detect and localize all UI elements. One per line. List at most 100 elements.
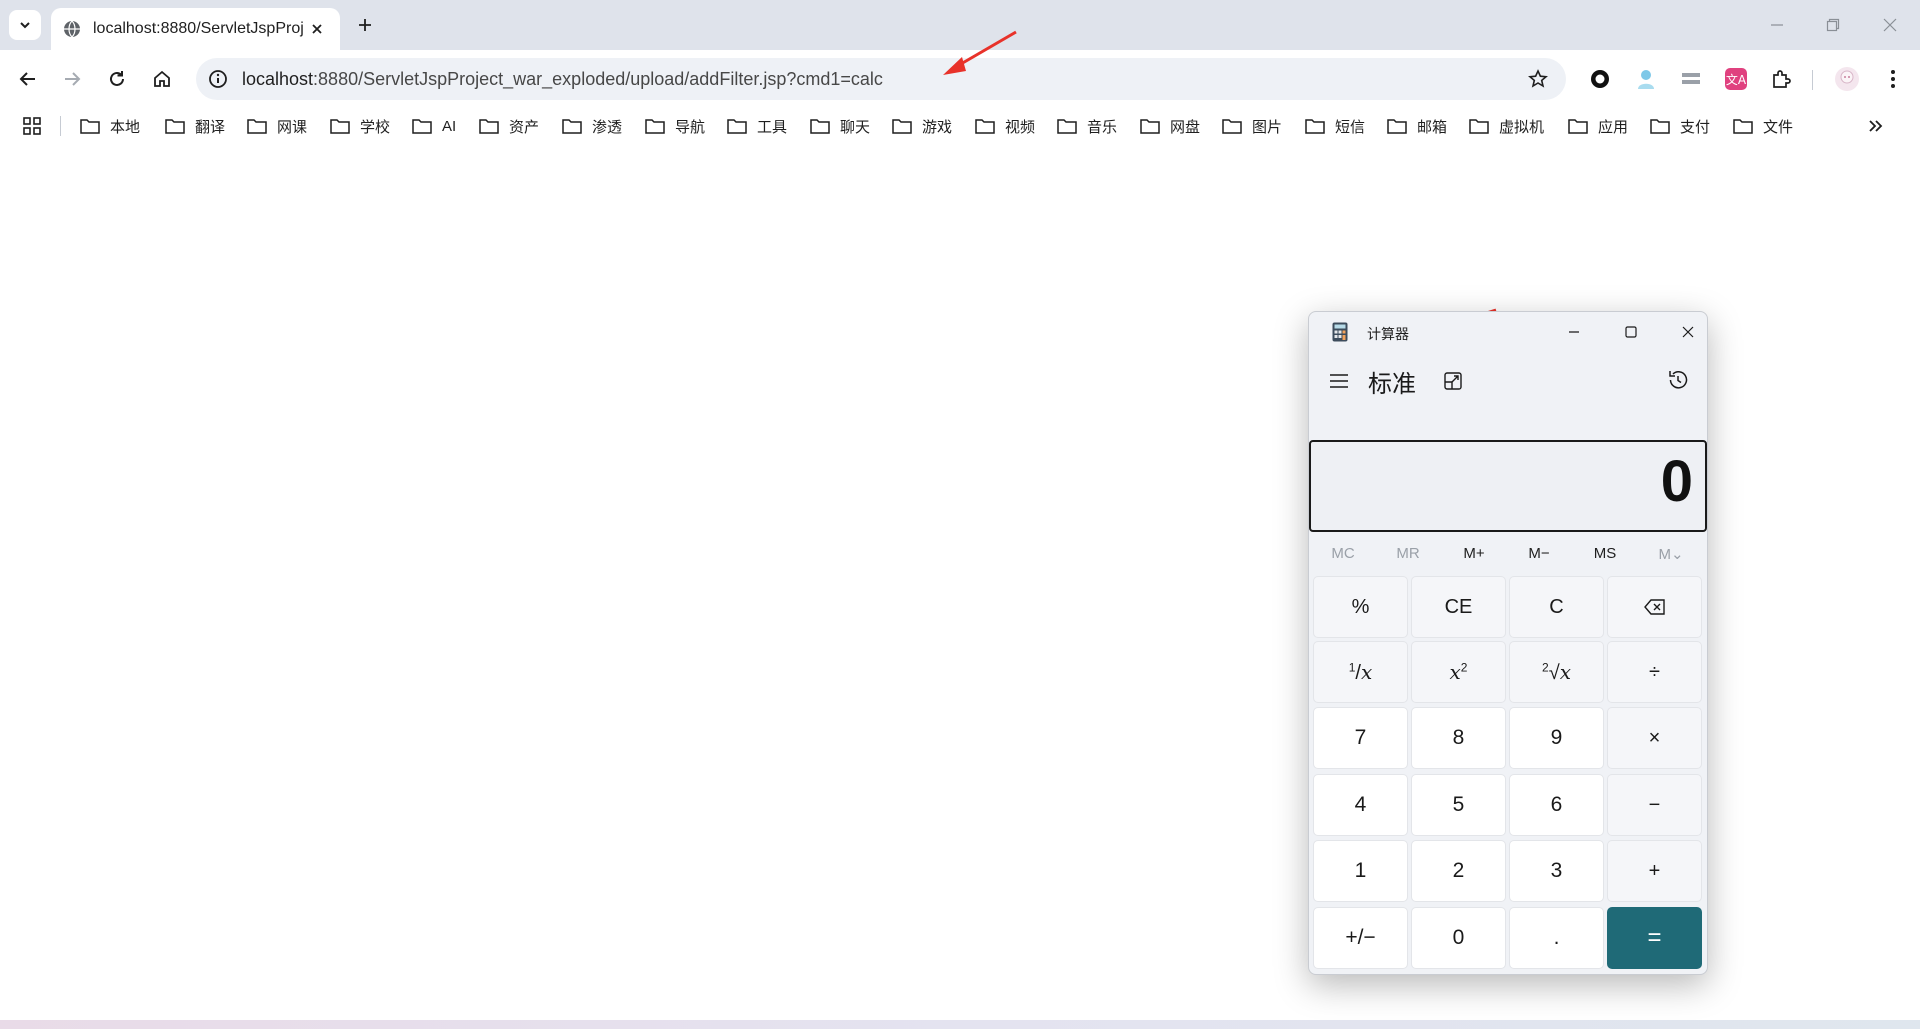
decimal-key[interactable]: .: [1509, 907, 1604, 969]
folder-icon: [727, 119, 747, 134]
history-icon[interactable]: [1666, 368, 1690, 392]
minimize-window-button[interactable]: [1765, 13, 1789, 37]
bookmark-folder[interactable]: 翻译: [165, 114, 225, 138]
close-window-button[interactable]: [1878, 13, 1902, 37]
address-bar[interactable]: localhost:8880/ServletJspProject_war_exp…: [196, 58, 1566, 100]
site-info-icon[interactable]: [208, 69, 228, 89]
calculator-close-button[interactable]: [1673, 320, 1703, 344]
extension-person-icon[interactable]: [1633, 66, 1659, 92]
memory-recall-button[interactable]: MR: [1383, 545, 1433, 562]
bookmark-label: 文件: [1763, 118, 1794, 136]
bookmark-folder[interactable]: 图片: [1222, 114, 1282, 138]
bookmark-folder[interactable]: 音乐: [1057, 114, 1117, 138]
url-path: :8880/ServletJspProject_war_exploded/upl…: [313, 69, 883, 89]
bookmark-folder[interactable]: 网课: [247, 114, 307, 138]
bookmark-folder[interactable]: 邮箱: [1387, 114, 1447, 138]
multiply-key[interactable]: ×: [1607, 707, 1702, 769]
bookmark-folder[interactable]: 文件: [1733, 114, 1793, 138]
bookmark-folder[interactable]: 视频: [975, 114, 1035, 138]
calculator-mode-title: 标准: [1368, 371, 1416, 398]
memory-list-button[interactable]: M⌄: [1646, 545, 1696, 563]
reciprocal-key[interactable]: 1/x: [1313, 641, 1408, 703]
bookmark-folder[interactable]: 渗透: [562, 114, 622, 138]
square-key[interactable]: x2: [1411, 641, 1506, 703]
restore-window-button[interactable]: [1821, 13, 1845, 37]
more-menu-icon[interactable]: [1880, 66, 1906, 92]
arrow-right-icon: [65, 72, 81, 86]
memory-store-button[interactable]: MS: [1580, 545, 1630, 562]
bookmark-folder[interactable]: 资产: [479, 114, 539, 138]
reload-button[interactable]: [103, 65, 131, 93]
bookmark-label: 聊天: [840, 118, 871, 136]
bookmark-folder[interactable]: 导航: [645, 114, 705, 138]
percent-key[interactable]: %: [1313, 576, 1408, 638]
puzzle-icon[interactable]: [1768, 66, 1794, 92]
key-2[interactable]: 2: [1411, 840, 1506, 902]
clear-entry-key[interactable]: CE: [1411, 576, 1506, 638]
divide-key[interactable]: ÷: [1607, 641, 1702, 703]
bookmark-folder[interactable]: 工具: [727, 114, 787, 138]
extension-ring-icon[interactable]: [1587, 66, 1613, 92]
new-tab-button[interactable]: [352, 12, 378, 38]
chevron-double-right-icon[interactable]: [1866, 116, 1886, 136]
home-button[interactable]: [148, 65, 176, 93]
key-9[interactable]: 9: [1509, 707, 1604, 769]
calculator-minimize-button[interactable]: [1559, 320, 1589, 344]
key-4[interactable]: 4: [1313, 774, 1408, 836]
folder-icon: [165, 119, 185, 134]
bookmark-folder[interactable]: 聊天: [810, 114, 870, 138]
bookmark-folder[interactable]: AI: [412, 114, 456, 138]
active-tab[interactable]: localhost:8880/ServletJspProj: [51, 8, 340, 50]
bookmark-star-icon[interactable]: [1528, 69, 1548, 89]
key-1[interactable]: 1: [1313, 840, 1408, 902]
profile-avatar[interactable]: [1834, 66, 1860, 92]
bookmark-folder[interactable]: 短信: [1305, 114, 1365, 138]
bookmark-label: 音乐: [1087, 118, 1118, 136]
calculator-window-title: 计算器: [1367, 326, 1409, 342]
negate-key[interactable]: +/−: [1313, 907, 1408, 969]
equals-key[interactable]: =: [1607, 907, 1702, 969]
clear-key[interactable]: C: [1509, 576, 1604, 638]
close-icon: [1682, 326, 1694, 338]
forward-button[interactable]: [58, 65, 86, 93]
minus-key[interactable]: −: [1607, 774, 1702, 836]
plus-key[interactable]: +: [1607, 840, 1702, 902]
key-5[interactable]: 5: [1411, 774, 1506, 836]
bookmark-folder[interactable]: 应用: [1568, 114, 1628, 138]
back-button[interactable]: [14, 65, 42, 93]
hamburger-menu-icon[interactable]: [1327, 370, 1351, 392]
bookmark-folder[interactable]: 网盘: [1140, 114, 1200, 138]
square-root-key[interactable]: 2√x: [1509, 641, 1604, 703]
bookmarks-bar: 本地 翻译 网课 学校 AI 资产 渗透 导航 工具 聊天 游戏 视频 音乐 网盘 图片 短信 邮箱 虚拟机 应用 支…: [0, 108, 1920, 144]
key-3[interactable]: 3: [1509, 840, 1604, 902]
tab-search-button[interactable]: [9, 10, 41, 40]
bookmark-label: 本地: [110, 118, 141, 136]
apps-grid-icon[interactable]: [22, 116, 42, 136]
bookmark-folder[interactable]: 游戏: [892, 114, 952, 138]
key-0[interactable]: 0: [1411, 907, 1506, 969]
bookmark-folder[interactable]: 虚拟机: [1469, 114, 1544, 138]
bookmark-label: 网盘: [1170, 118, 1201, 136]
key-7[interactable]: 7: [1313, 707, 1408, 769]
key-8[interactable]: 8: [1411, 707, 1506, 769]
calculator-maximize-button[interactable]: [1616, 320, 1646, 344]
memory-subtract-button[interactable]: M−: [1514, 545, 1564, 562]
bookmark-folder[interactable]: 本地: [80, 114, 140, 138]
bookmark-label: 短信: [1335, 118, 1366, 136]
restore-icon: [1826, 18, 1840, 32]
bookmark-label: 视频: [1005, 118, 1036, 136]
key-6[interactable]: 6: [1509, 774, 1604, 836]
keep-on-top-icon[interactable]: [1442, 370, 1464, 392]
translate-extension-icon[interactable]: 文A: [1723, 66, 1749, 92]
extension-bars-icon[interactable]: [1678, 66, 1704, 92]
close-tab-icon[interactable]: [308, 20, 326, 38]
memory-clear-button[interactable]: MC: [1318, 545, 1368, 562]
bookmark-folder[interactable]: 支付: [1650, 114, 1710, 138]
backspace-key[interactable]: [1607, 576, 1702, 638]
calculator-titlebar[interactable]: 计算器: [1309, 312, 1707, 352]
bookmark-folder[interactable]: 学校: [330, 114, 390, 138]
plus-icon: [359, 19, 371, 31]
bookmark-label: AI: [442, 117, 457, 135]
arrow-left-icon: [19, 72, 35, 86]
memory-add-button[interactable]: M+: [1449, 545, 1499, 562]
